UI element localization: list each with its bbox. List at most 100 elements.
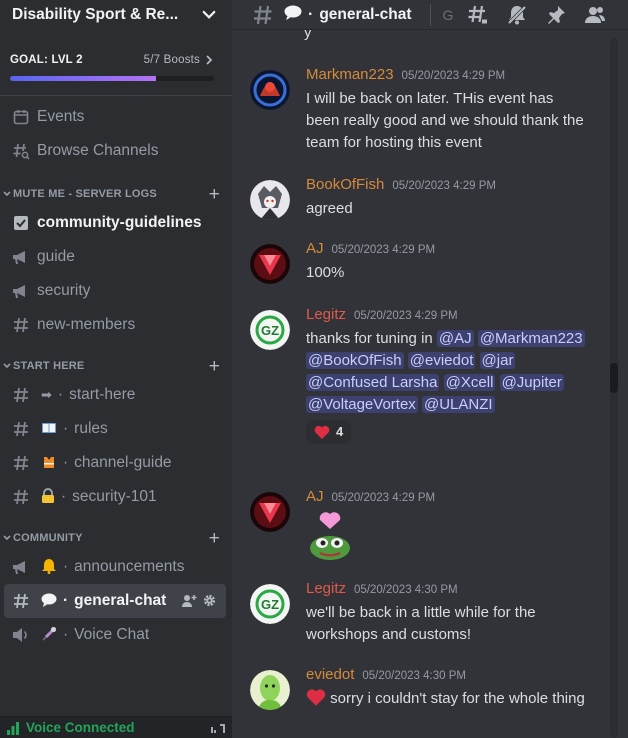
bell-emoji [41,558,57,577]
svg-text:GZ: GZ [261,597,279,612]
avatar[interactable] [250,670,290,710]
category-name: START HERE [13,360,85,372]
avatar[interactable] [250,180,290,220]
user-mention[interactable]: @VoltageVortex [306,396,418,413]
member-list-icon[interactable] [584,4,606,26]
channel-rules[interactable]: · rules [0,412,226,446]
channel-voice-chat[interactable]: · Voice Chat [0,618,226,652]
hash-icon [12,386,30,404]
scrollbar[interactable] [610,38,618,738]
chevron-down-icon [3,363,11,369]
category-name: COMMUNITY [13,532,83,544]
user-mention[interactable]: @AJ [436,330,474,347]
author-name[interactable]: Markman223 [306,66,394,83]
channel-title: general-chat [319,5,412,23]
author-name[interactable]: BookOfFish [306,176,384,193]
life-vest-emoji [41,454,57,473]
header-divider [429,3,431,26]
threads-icon[interactable] [467,4,489,26]
events-item[interactable]: Events [0,100,226,134]
gear-icon[interactable] [203,594,216,607]
avatar[interactable] [250,70,290,110]
user-mention[interactable]: @BookOfFish [306,352,404,369]
author-name[interactable]: Legitz [306,306,346,323]
channel-label: guide [37,248,75,265]
browse-channels-item[interactable]: Browse Channels [0,134,226,168]
server-header[interactable]: Disability Sport & Re... [0,0,232,30]
boost-progress-fill [10,76,156,81]
channel-community-guidelines[interactable]: community-guidelines [0,206,226,240]
channel-label: Voice Chat [74,626,150,643]
message-text: 100% [306,264,345,281]
timestamp: 05/20/2023 4:29 PM [331,492,436,504]
hash-icon [12,454,30,472]
invite-member-icon[interactable] [182,594,197,608]
avatar[interactable] [250,244,290,284]
add-channel-icon[interactable]: + [209,529,220,548]
user-mention[interactable]: @Jupiter [499,374,564,391]
author-name[interactable]: eviedot [306,666,354,683]
divider [0,95,232,96]
server-name: Disability Sport & Re... [12,6,179,23]
browse-channels-icon [12,142,30,160]
channel-security-101[interactable]: · security-101 [0,480,226,514]
svg-text:GZ: GZ [261,323,279,338]
clipped-message-text: y [304,30,312,41]
add-channel-icon[interactable]: + [209,357,220,376]
events-label: Events [37,108,85,125]
channel-security[interactable]: security [0,274,226,308]
message-text [306,510,590,567]
chevron-right-icon [206,55,213,65]
mute-notifications-icon[interactable] [506,4,528,26]
avatar[interactable] [250,492,290,532]
boost-goal[interactable]: GOAL: LVL 2 5/7 Boosts [0,54,232,81]
pin-icon[interactable] [545,4,567,26]
voice-status-bar: Voice Connected [0,716,232,738]
channel-channel-guide[interactable]: · channel-guide [0,446,226,480]
channel-label: new-members [37,316,136,333]
megaphone-icon [12,248,30,266]
megaphone-icon [12,282,30,300]
channel-start-here[interactable]: ➡ · start-here [0,378,226,412]
voice-action-icon[interactable] [210,723,226,733]
user-mention[interactable]: @Xcell [443,374,496,391]
boost-count: 5/7 Boosts [143,54,200,66]
message-text-content: sorry i couldn't stay for the whole thin… [330,690,585,707]
avatar[interactable]: GZ [250,584,290,624]
channel-label: general-chat [74,592,167,609]
message: GZ Legitz 05/20/2023 4:29 PM thanks for t… [250,306,590,466]
chevron-down-icon [3,191,11,197]
author-name[interactable]: Legitz [306,580,346,597]
user-mention[interactable]: @Confused Larsha [306,374,440,391]
timestamp: 05/20/2023 4:30 PM [362,670,466,682]
user-mention[interactable]: @Markman223 [477,330,585,347]
channel-new-members[interactable]: new-members [0,308,226,342]
rules-checkbox-icon [12,214,30,232]
channel-general-chat[interactable]: · general-chat [4,584,226,618]
timestamp: 05/20/2023 4:29 PM [401,70,506,82]
category-community[interactable]: COMMUNITY + [0,526,232,550]
category-start-here[interactable]: START HERE + [0,354,232,378]
author-name[interactable]: AJ [306,240,324,257]
voice-connected-label: Voice Connected [26,720,135,735]
hash-icon [254,5,272,24]
avatar[interactable]: GZ [250,310,290,350]
signal-bars-icon [7,721,19,735]
hash-icon [12,316,30,334]
message: BookOfFish 05/20/2023 4:29 PM agreed [250,176,590,226]
category-server-logs[interactable]: MUTE ME - SERVER LOGS + [0,182,232,206]
message-text: we'll be back in a little while for the … [306,604,536,643]
author-name[interactable]: AJ [306,488,324,505]
user-mention[interactable]: @eviedot [407,352,476,369]
add-channel-icon[interactable]: + [209,185,220,204]
user-mention[interactable]: @ULANZI [421,396,495,413]
user-mention[interactable]: @jar [479,352,516,369]
channel-header: · general-chat G [232,0,628,30]
heart-reaction[interactable]: 4 [306,420,352,444]
scrollbar-thumb[interactable] [610,363,618,393]
microphone-emoji [41,626,57,645]
channel-guide[interactable]: guide [0,240,226,274]
heart-icon [314,425,330,439]
timestamp: 05/20/2023 4:30 PM [354,584,458,596]
channel-announcements[interactable]: · announcements [0,550,226,584]
